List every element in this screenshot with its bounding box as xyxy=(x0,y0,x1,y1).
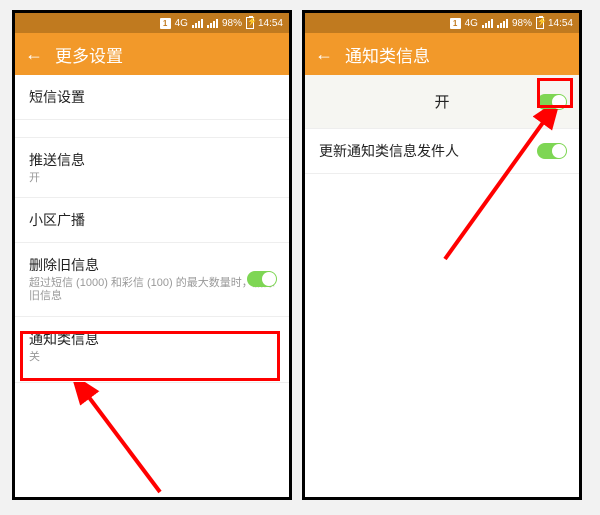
battery-icon xyxy=(246,17,254,29)
row-on[interactable]: 开 xyxy=(305,75,579,129)
row-subtitle: 超过短信 (1000) 和彩信 (100) 的最大数量时，删除旧信息 xyxy=(29,277,275,303)
toggle-delete-old[interactable] xyxy=(247,271,277,287)
network-label: 4G xyxy=(175,18,188,29)
row-sms-settings[interactable]: 短信设置 xyxy=(15,75,289,120)
row-title: 推送信息 xyxy=(29,150,275,170)
row-cell-broadcast[interactable]: 小区广播 xyxy=(15,198,289,243)
phone-left: 1 4G 98% 14:54 ← 更多设置 短信设置 推送信息 开 小区广播 删… xyxy=(12,10,292,500)
row-update-senders[interactable]: 更新通知类信息发件人 xyxy=(305,129,579,174)
page-title: 通知类信息 xyxy=(345,42,430,67)
row-title: 更新通知类信息发件人 xyxy=(319,141,565,161)
settings-list: 开 更新通知类信息发件人 xyxy=(305,75,579,174)
row-title: 通知类信息 xyxy=(29,329,275,349)
annotation-arrow-icon xyxy=(70,382,180,500)
back-icon[interactable]: ← xyxy=(25,44,43,65)
row-notification-info[interactable]: 通知类信息 关 xyxy=(15,317,289,383)
app-bar: ← 通知类信息 xyxy=(305,33,579,75)
sim-icon: 1 xyxy=(450,18,461,29)
row-push-info[interactable]: 推送信息 开 xyxy=(15,138,289,198)
toggle-on[interactable] xyxy=(537,94,567,110)
network-label: 4G xyxy=(465,18,478,29)
back-icon[interactable]: ← xyxy=(315,44,333,65)
signal-icon xyxy=(497,18,508,28)
settings-list: 短信设置 推送信息 开 小区广播 删除旧信息 超过短信 (1000) 和彩信 (… xyxy=(15,75,289,383)
section-gap xyxy=(15,120,289,138)
signal-icon xyxy=(207,18,218,28)
row-subtitle: 开 xyxy=(29,172,275,185)
row-title: 开 xyxy=(319,91,565,112)
row-title: 短信设置 xyxy=(29,87,275,107)
battery-icon xyxy=(536,17,544,29)
status-bar: 1 4G 98% 14:54 xyxy=(15,13,289,33)
page-title: 更多设置 xyxy=(55,42,123,67)
signal-icon xyxy=(192,18,203,28)
clock-label: 14:54 xyxy=(258,18,283,29)
battery-label: 98% xyxy=(512,18,532,29)
row-title: 删除旧信息 xyxy=(29,255,275,275)
battery-label: 98% xyxy=(222,18,242,29)
sim-icon: 1 xyxy=(160,18,171,29)
clock-label: 14:54 xyxy=(548,18,573,29)
phone-right: 1 4G 98% 14:54 ← 通知类信息 开 更新通知类信息发件人 xyxy=(302,10,582,500)
row-title: 小区广播 xyxy=(29,210,275,230)
signal-icon xyxy=(482,18,493,28)
app-bar: ← 更多设置 xyxy=(15,33,289,75)
toggle-update-senders[interactable] xyxy=(537,143,567,159)
row-delete-old[interactable]: 删除旧信息 超过短信 (1000) 和彩信 (100) 的最大数量时，删除旧信息 xyxy=(15,243,289,316)
row-subtitle: 关 xyxy=(29,351,275,364)
status-bar: 1 4G 98% 14:54 xyxy=(305,13,579,33)
